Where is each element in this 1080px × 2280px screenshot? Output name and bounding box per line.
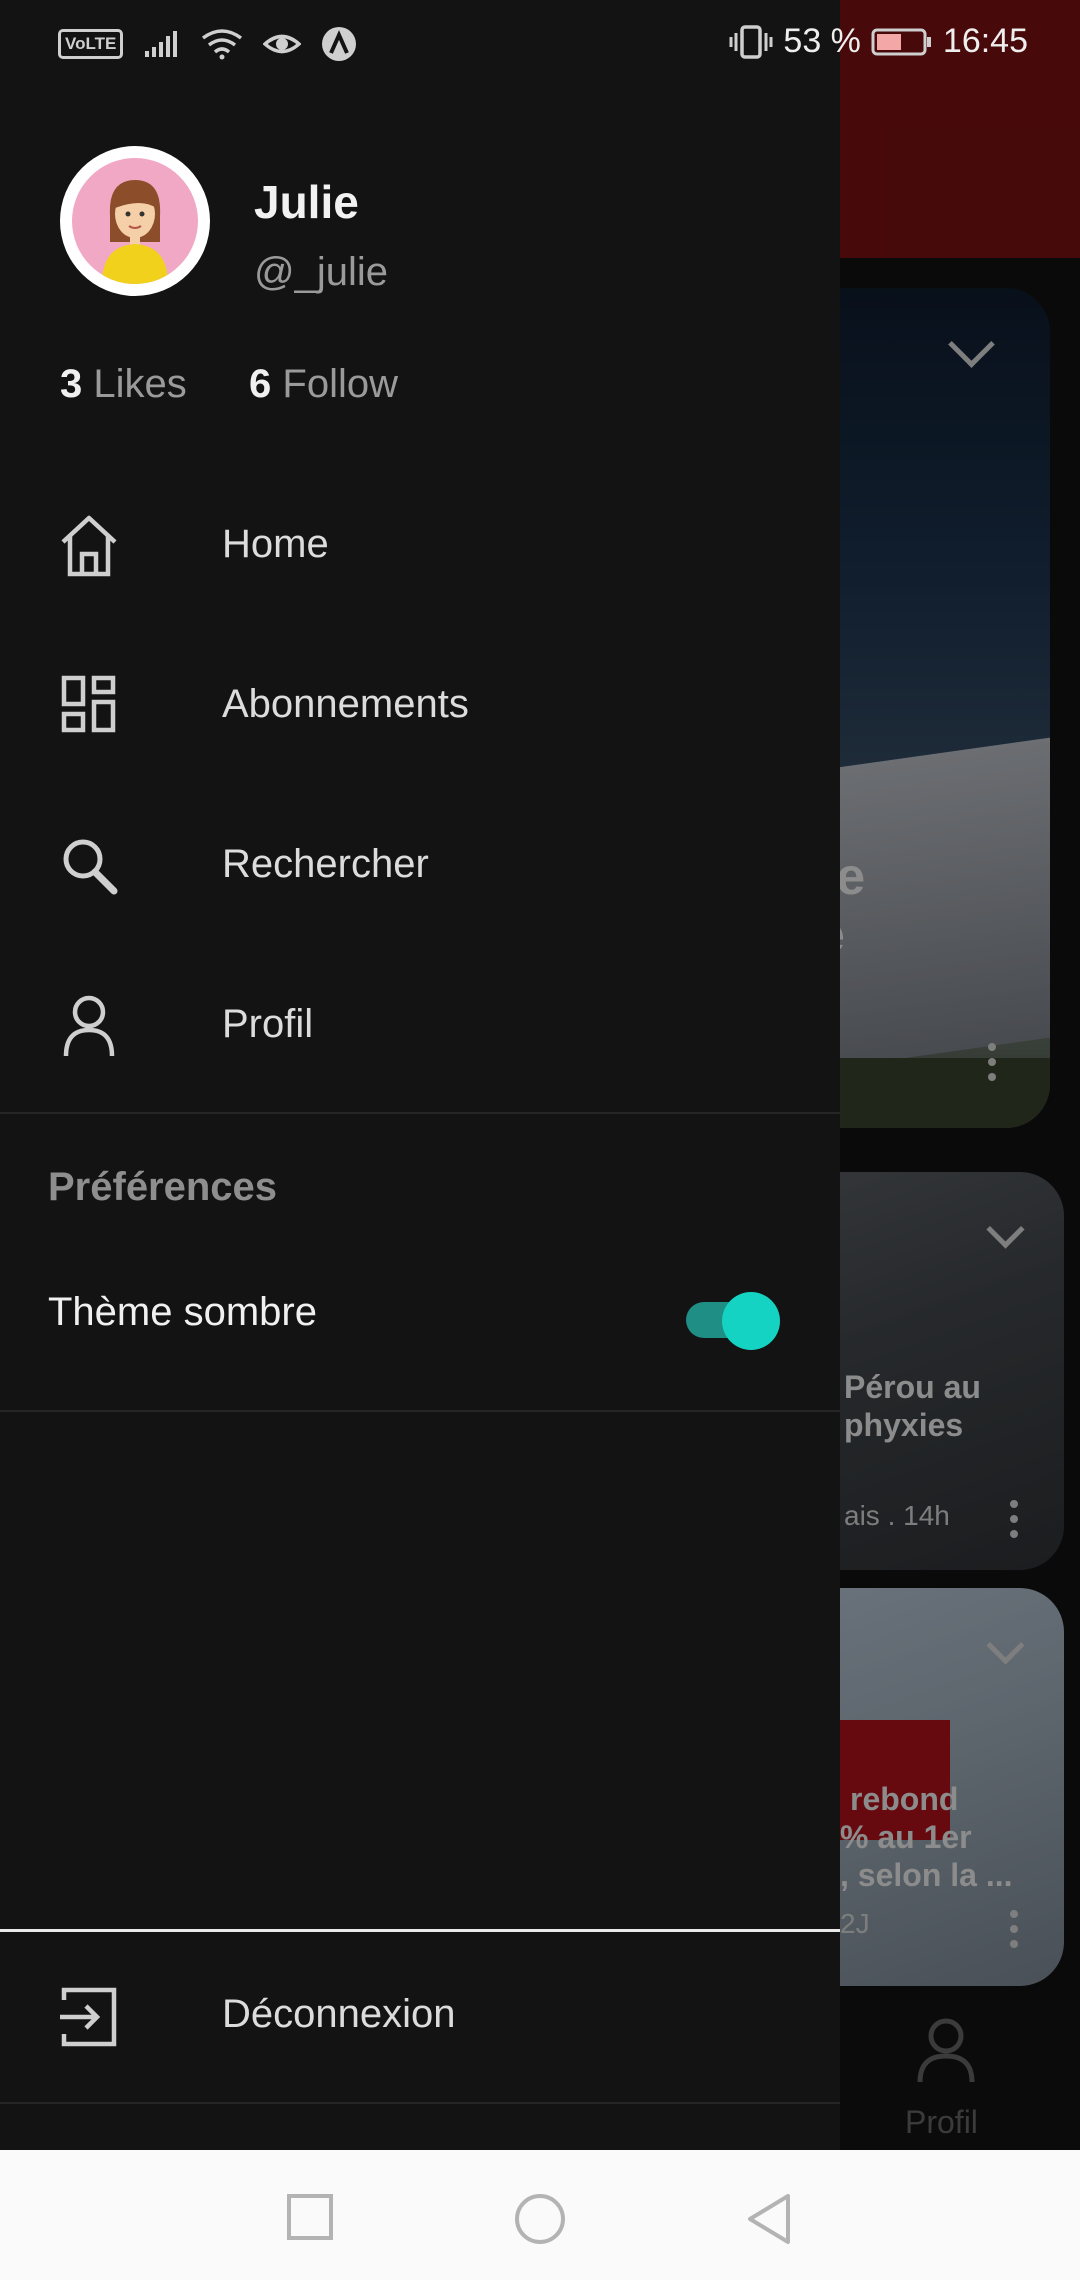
likes-count: 3 bbox=[60, 362, 83, 406]
vibrate-icon bbox=[729, 24, 773, 59]
person-icon bbox=[63, 995, 115, 1057]
home-icon bbox=[61, 515, 117, 577]
logout-button[interactable]: Déconnexion bbox=[0, 1940, 840, 2090]
divider bbox=[0, 1112, 840, 1114]
menu-item-abonnements[interactable]: Abonnements bbox=[0, 630, 840, 780]
home-button-icon[interactable] bbox=[513, 2192, 567, 2246]
preferences-title: Préférences bbox=[48, 1165, 278, 1209]
back-button-icon[interactable] bbox=[744, 2192, 794, 2246]
navigation-drawer: Julie @_julie 3 Likes 6 Follow Home Abon… bbox=[0, 0, 840, 2150]
volte-badge: VoLTE bbox=[58, 29, 124, 59]
likes-label: Likes bbox=[93, 362, 187, 406]
menu-item-home[interactable]: Home bbox=[0, 470, 840, 620]
search-icon bbox=[63, 839, 118, 895]
user-avatar-icon bbox=[102, 180, 168, 284]
menu-item-label: Rechercher bbox=[222, 842, 429, 886]
recents-button-icon[interactable] bbox=[285, 2192, 335, 2242]
divider bbox=[0, 1929, 840, 1932]
follow-count: 6 bbox=[249, 362, 272, 406]
logout-icon bbox=[60, 1987, 117, 2047]
status-bar: VoLTE 53 % 16:45 bbox=[0, 0, 1080, 92]
divider bbox=[0, 1410, 840, 1412]
avatar[interactable] bbox=[60, 146, 210, 296]
dark-theme-label: Thème sombre bbox=[48, 1290, 317, 1334]
user-name: Julie bbox=[254, 176, 359, 228]
dark-theme-toggle[interactable] bbox=[686, 1292, 780, 1350]
app-notification-icon bbox=[322, 27, 357, 61]
menu-item-label: Home bbox=[222, 522, 329, 566]
dashboard-icon bbox=[61, 675, 116, 733]
battery-percent: 53 % bbox=[783, 22, 861, 60]
logout-label: Déconnexion bbox=[222, 1992, 456, 2036]
system-navigation-bar bbox=[0, 2150, 1080, 2280]
menu-item-label: Abonnements bbox=[222, 682, 469, 726]
eye-icon bbox=[263, 34, 302, 54]
menu-item-label: Profil bbox=[222, 1002, 314, 1046]
user-stats: 3 Likes 6 Follow bbox=[60, 362, 398, 407]
menu-item-profil[interactable]: Profil bbox=[0, 950, 840, 1100]
wifi-icon bbox=[202, 29, 243, 60]
signal-icon bbox=[145, 31, 178, 57]
clock: 16:45 bbox=[942, 22, 1028, 60]
battery-icon bbox=[871, 28, 931, 55]
user-handle: @_julie bbox=[254, 250, 389, 294]
menu-item-rechercher[interactable]: Rechercher bbox=[0, 790, 840, 940]
follow-label: Follow bbox=[282, 362, 398, 406]
divider bbox=[0, 2102, 840, 2104]
